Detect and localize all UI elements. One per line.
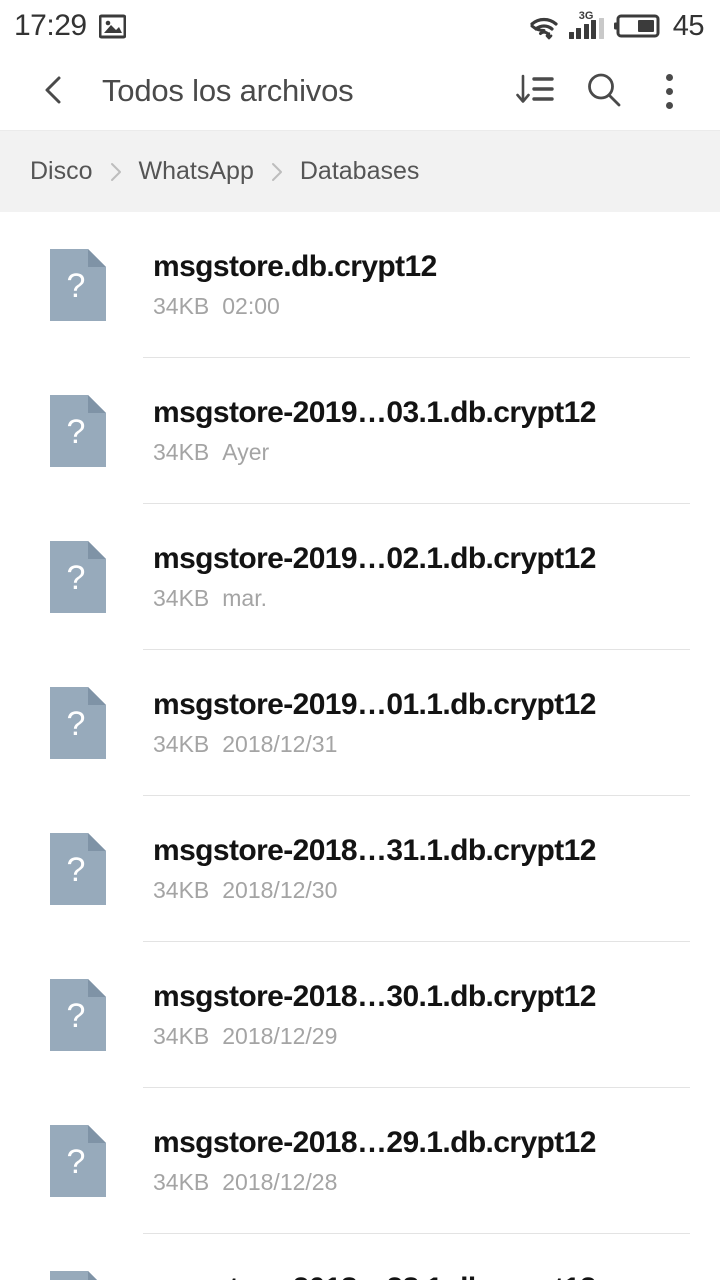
table-row[interactable]: ? msgstore-2018…29.1.db.crypt12 34KB 201… xyxy=(0,1088,720,1234)
file-details: msgstore-2019…02.1.db.crypt12 34KB mar. xyxy=(153,542,596,612)
page-title: Todos los archivos xyxy=(102,73,354,108)
file-size: 34KB xyxy=(153,730,210,757)
search-icon xyxy=(585,71,623,112)
file-subtitle: 34KB mar. xyxy=(153,585,596,612)
file-subtitle: 34KB 2018/12/29 xyxy=(153,1023,596,1050)
status-bar-right: 3G 45 xyxy=(529,9,705,42)
table-row[interactable]: ? msgstore-2019…01.1.db.crypt12 34KB 201… xyxy=(0,650,720,796)
table-row[interactable]: ? msgstore-2018…28.1.db.crypt12 34KB 201… xyxy=(0,1234,720,1280)
svg-text:?: ? xyxy=(67,413,86,451)
unknown-file-icon: ? xyxy=(50,249,106,321)
wifi-download-icon xyxy=(529,12,559,40)
unknown-file-icon: ? xyxy=(50,1125,106,1197)
file-name: msgstore-2018…29.1.db.crypt12 xyxy=(153,1126,596,1160)
svg-text:?: ? xyxy=(67,997,86,1035)
file-size: 34KB xyxy=(153,438,210,465)
file-name: msgstore-2018…31.1.db.crypt12 xyxy=(153,834,596,868)
file-details: msgstore-2018…29.1.db.crypt12 34KB 2018/… xyxy=(153,1126,596,1196)
back-button[interactable] xyxy=(30,68,76,114)
file-details: msgstore-2018…28.1.db.crypt12 34KB 2018/… xyxy=(153,1272,596,1280)
unknown-file-icon: ? xyxy=(50,833,106,905)
chevron-left-icon xyxy=(40,75,66,108)
file-size: 34KB xyxy=(153,1168,210,1195)
file-date: Ayer xyxy=(222,438,270,465)
table-row[interactable]: ? msgstore-2019…02.1.db.crypt12 34KB mar… xyxy=(0,504,720,650)
network-type-label: 3G xyxy=(578,9,594,22)
unknown-file-icon: ? xyxy=(50,395,106,467)
file-details: msgstore-2018…30.1.db.crypt12 34KB 2018/… xyxy=(153,980,596,1050)
svg-text:?: ? xyxy=(67,1143,86,1181)
breadcrumb: Disco WhatsApp Databases xyxy=(0,130,720,212)
file-details: msgstore.db.crypt12 34KB 02:00 xyxy=(153,250,437,320)
overflow-menu-button[interactable] xyxy=(640,61,698,121)
search-button[interactable] xyxy=(568,61,640,121)
chevron-right-icon xyxy=(109,161,123,183)
table-row[interactable]: ? msgstore-2018…30.1.db.crypt12 34KB 201… xyxy=(0,942,720,1088)
unknown-file-icon: ? xyxy=(50,979,106,1051)
file-subtitle: 34KB 2018/12/31 xyxy=(153,731,596,758)
chevron-right-icon xyxy=(270,161,284,183)
battery-level-label: 45 xyxy=(672,9,705,42)
table-row[interactable]: ? msgstore-2019…03.1.db.crypt12 34KB Aye… xyxy=(0,358,720,504)
file-size: 34KB xyxy=(153,1022,210,1049)
overflow-menu-icon xyxy=(665,73,673,109)
signal-strength-icon: 3G xyxy=(568,9,604,39)
file-subtitle: 34KB Ayer xyxy=(153,439,596,466)
file-name: msgstore-2018…28.1.db.crypt12 xyxy=(153,1272,596,1280)
file-date: 2018/12/30 xyxy=(222,876,338,903)
unknown-file-icon: ? xyxy=(50,687,106,759)
file-name: msgstore-2018…30.1.db.crypt12 xyxy=(153,980,596,1014)
file-subtitle: 34KB 2018/12/28 xyxy=(153,1169,596,1196)
breadcrumb-item-whatsapp[interactable]: WhatsApp xyxy=(139,157,254,186)
svg-text:?: ? xyxy=(67,705,86,743)
status-bar-left: 17:29 xyxy=(14,11,126,41)
status-time: 17:29 xyxy=(14,9,87,42)
file-list[interactable]: ? msgstore.db.crypt12 34KB 02:00 ? msgst… xyxy=(0,212,720,1280)
table-row[interactable]: ? msgstore.db.crypt12 34KB 02:00 xyxy=(0,212,720,358)
file-date: 02:00 xyxy=(222,292,280,319)
unknown-file-icon: ? xyxy=(50,541,106,613)
file-date: 2018/12/31 xyxy=(222,730,338,757)
file-size: 34KB xyxy=(153,876,210,903)
file-details: msgstore-2019…01.1.db.crypt12 34KB 2018/… xyxy=(153,688,596,758)
sort-descending-icon xyxy=(516,72,556,111)
file-name: msgstore-2019…01.1.db.crypt12 xyxy=(153,688,596,722)
file-name: msgstore-2019…03.1.db.crypt12 xyxy=(153,396,596,430)
svg-text:?: ? xyxy=(67,851,86,889)
sort-button[interactable] xyxy=(504,61,568,121)
toolbar: Todos los archivos xyxy=(0,52,720,130)
breadcrumb-item-disco[interactable]: Disco xyxy=(30,157,93,186)
svg-text:?: ? xyxy=(67,267,86,305)
file-details: msgstore-2018…31.1.db.crypt12 34KB 2018/… xyxy=(153,834,596,904)
status-bar: 17:29 3G 45 xyxy=(0,0,720,52)
file-date: 2018/12/29 xyxy=(222,1022,338,1049)
svg-text:?: ? xyxy=(67,559,86,597)
file-name: msgstore-2019…02.1.db.crypt12 xyxy=(153,542,596,576)
file-date: 2018/12/28 xyxy=(222,1168,338,1195)
file-subtitle: 34KB 2018/12/30 xyxy=(153,877,596,904)
table-row[interactable]: ? msgstore-2018…31.1.db.crypt12 34KB 201… xyxy=(0,796,720,942)
unknown-file-icon: ? xyxy=(50,1271,106,1280)
breadcrumb-item-databases[interactable]: Databases xyxy=(300,157,420,186)
toolbar-actions xyxy=(504,61,698,121)
file-size: 34KB xyxy=(153,584,210,611)
file-subtitle: 34KB 02:00 xyxy=(153,293,437,320)
file-details: msgstore-2019…03.1.db.crypt12 34KB Ayer xyxy=(153,396,596,466)
file-size: 34KB xyxy=(153,292,210,319)
battery-icon xyxy=(613,13,661,39)
file-name: msgstore.db.crypt12 xyxy=(153,250,437,284)
gallery-icon xyxy=(98,14,126,39)
file-date: mar. xyxy=(222,584,267,611)
